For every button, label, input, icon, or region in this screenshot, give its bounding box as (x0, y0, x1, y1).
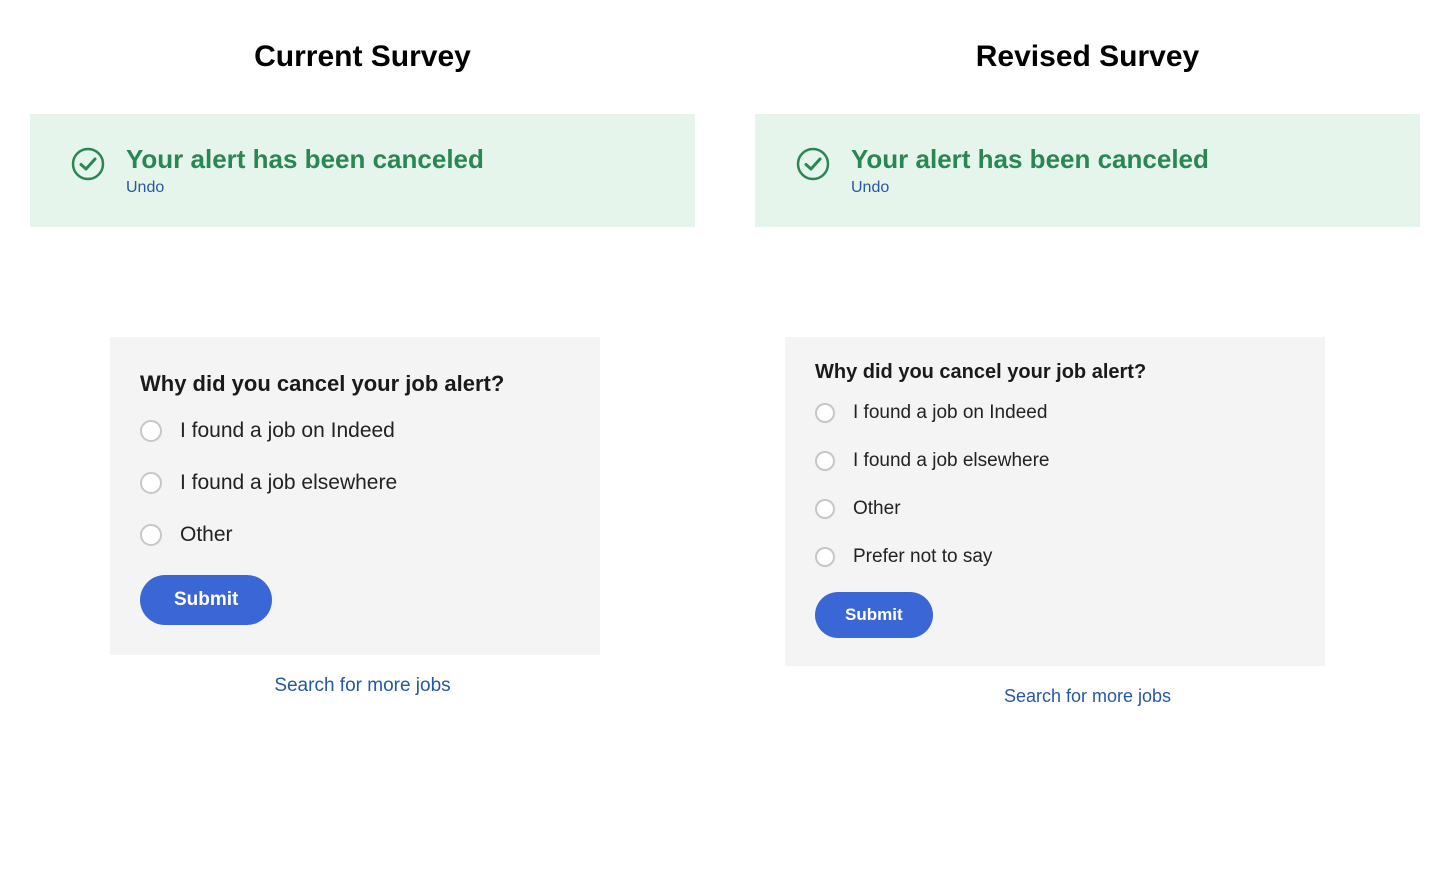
radio-icon (140, 472, 162, 494)
radio-icon (140, 420, 162, 442)
option-label: I found a job elsewhere (853, 450, 1049, 472)
banner-text: Your alert has been canceled Undo (126, 144, 484, 197)
comparison-wrapper: Current Survey Your alert has been cance… (0, 0, 1450, 747)
option-label: I found a job elsewhere (180, 471, 397, 495)
column-title: Current Survey (30, 40, 695, 74)
radio-icon (815, 499, 835, 519)
survey-option[interactable]: I found a job on Indeed (815, 402, 1295, 424)
search-more-jobs-link[interactable]: Search for more jobs (30, 675, 695, 697)
revised-survey-column: Revised Survey Your alert has been cance… (755, 40, 1420, 707)
submit-button[interactable]: Submit (815, 592, 933, 638)
option-label: Prefer not to say (853, 546, 992, 568)
radio-icon (815, 547, 835, 567)
banner-message: Your alert has been canceled (851, 144, 1209, 175)
option-label: Other (180, 523, 233, 547)
radio-icon (815, 451, 835, 471)
success-banner: Your alert has been canceled Undo (30, 114, 695, 227)
survey-option[interactable]: Other (140, 523, 570, 547)
banner-message: Your alert has been canceled (126, 144, 484, 175)
option-label: I found a job on Indeed (853, 402, 1047, 424)
search-more-jobs-link[interactable]: Search for more jobs (755, 686, 1420, 707)
undo-link[interactable]: Undo (126, 179, 484, 197)
check-circle-icon (70, 146, 106, 182)
undo-link[interactable]: Undo (851, 179, 1209, 197)
survey-options: I found a job on Indeed I found a job el… (140, 419, 570, 547)
survey-options: I found a job on Indeed I found a job el… (815, 402, 1295, 568)
column-title: Revised Survey (755, 40, 1420, 74)
submit-button[interactable]: Submit (140, 575, 272, 625)
survey-card: Why did you cancel your job alert? I fou… (785, 337, 1325, 666)
survey-card: Why did you cancel your job alert? I fou… (110, 337, 600, 655)
option-label: I found a job on Indeed (180, 419, 395, 443)
survey-option[interactable]: Prefer not to say (815, 546, 1295, 568)
survey-option[interactable]: Other (815, 498, 1295, 520)
survey-option[interactable]: I found a job elsewhere (140, 471, 570, 495)
survey-question: Why did you cancel your job alert? (140, 371, 570, 397)
check-circle-icon (795, 146, 831, 182)
survey-option[interactable]: I found a job elsewhere (815, 450, 1295, 472)
banner-text: Your alert has been canceled Undo (851, 144, 1209, 197)
radio-icon (815, 403, 835, 423)
option-label: Other (853, 498, 901, 520)
radio-icon (140, 524, 162, 546)
survey-question: Why did you cancel your job alert? (815, 361, 1295, 384)
current-survey-column: Current Survey Your alert has been cance… (30, 40, 695, 707)
success-banner: Your alert has been canceled Undo (755, 114, 1420, 227)
survey-option[interactable]: I found a job on Indeed (140, 419, 570, 443)
